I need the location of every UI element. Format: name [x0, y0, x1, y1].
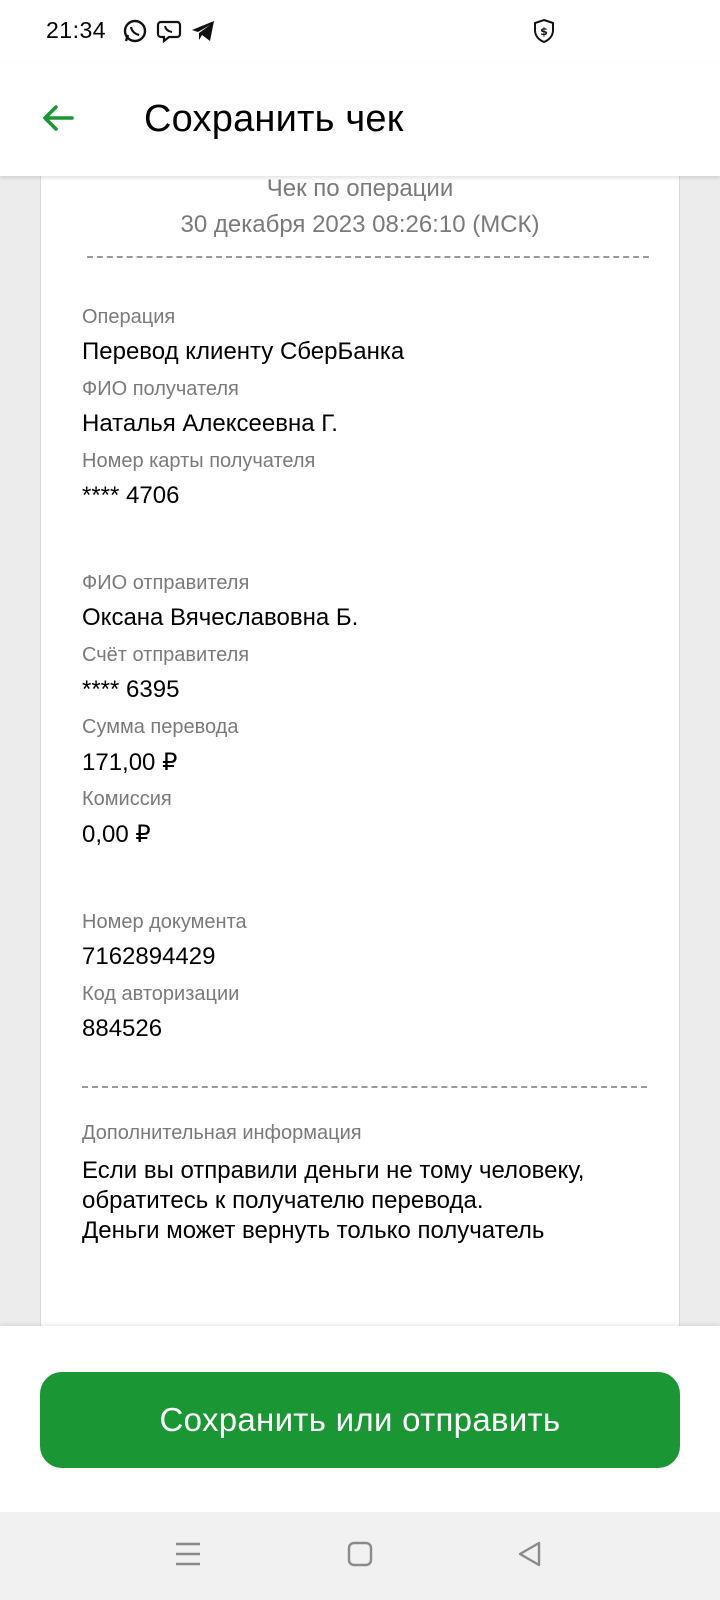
status-bar: 21:34 $: [0, 0, 720, 64]
field-label: Счёт отправителя: [82, 644, 250, 666]
field-label: Сумма перевода: [82, 716, 239, 738]
field-value: Перевод клиенту СберБанка: [82, 338, 405, 365]
extra-info-label: Дополнительная информация: [82, 1122, 362, 1144]
viber-icon: [156, 18, 182, 44]
extra-info-line: Деньги может вернуть только получатель: [82, 1217, 545, 1244]
divider: [82, 1086, 647, 1088]
field-label: Номер документа: [82, 911, 247, 933]
field-value: Оксана Вячеславовна Б.: [82, 604, 359, 631]
extra-info-line: Если вы отправили деньги не тому человек…: [82, 1157, 585, 1184]
extra-info-line: обратитесь к получателю перевода.: [82, 1187, 484, 1214]
home-button[interactable]: [338, 1534, 382, 1578]
receipt-header-title: Чек по операции: [266, 176, 454, 202]
status-time: 21:34: [46, 17, 107, 43]
whatsapp-icon: [122, 18, 148, 44]
receipt-header-date: 30 декабря 2023 08:26:10 (МСК): [180, 211, 540, 238]
receipt-scroll-area[interactable]: Чек по операции 30 декабря 2023 08:26:10…: [0, 176, 720, 1326]
system-nav-bar: [0, 1512, 720, 1600]
receipt-card: Чек по операции 30 декабря 2023 08:26:10…: [40, 176, 680, 1326]
field-value: Наталья Алексеевна Г.: [82, 410, 338, 437]
back-button[interactable]: [26, 88, 90, 152]
field-value: 884526: [82, 1015, 163, 1042]
bottom-action-panel: Сохранить или отправить: [0, 1326, 720, 1512]
extra-info-text: Если вы отправили деньги не тому человек…: [82, 1156, 662, 1246]
field-value: 7162894429: [82, 943, 216, 970]
page-title: Сохранить чек: [144, 98, 404, 140]
back-triangle-icon: [515, 1539, 545, 1574]
field-value: **** 6395: [82, 676, 180, 703]
shield-dollar-icon: $: [531, 18, 557, 44]
field-label: Комиссия: [82, 788, 172, 810]
save-or-send-button[interactable]: Сохранить или отправить: [40, 1372, 680, 1468]
home-square-icon: [346, 1540, 374, 1573]
arrow-left-icon: [38, 98, 78, 143]
telegram-icon: [190, 18, 216, 44]
menu-button[interactable]: [166, 1534, 210, 1578]
menu-icon: [173, 1539, 203, 1574]
field-value: 0,00 ₽: [82, 821, 151, 848]
system-back-button[interactable]: [508, 1534, 552, 1578]
divider: [87, 256, 649, 258]
svg-text:$: $: [540, 25, 548, 38]
field-value: 171,00 ₽: [82, 749, 178, 776]
field-label: Операция: [82, 306, 176, 328]
field-value: **** 4706: [82, 482, 180, 509]
app-bar: Сохранить чек: [0, 64, 720, 176]
field-label: Код авторизации: [82, 983, 240, 1005]
field-label: ФИО получателя: [82, 378, 239, 400]
field-label: ФИО отправителя: [82, 572, 250, 594]
field-label: Номер карты получателя: [82, 450, 316, 472]
